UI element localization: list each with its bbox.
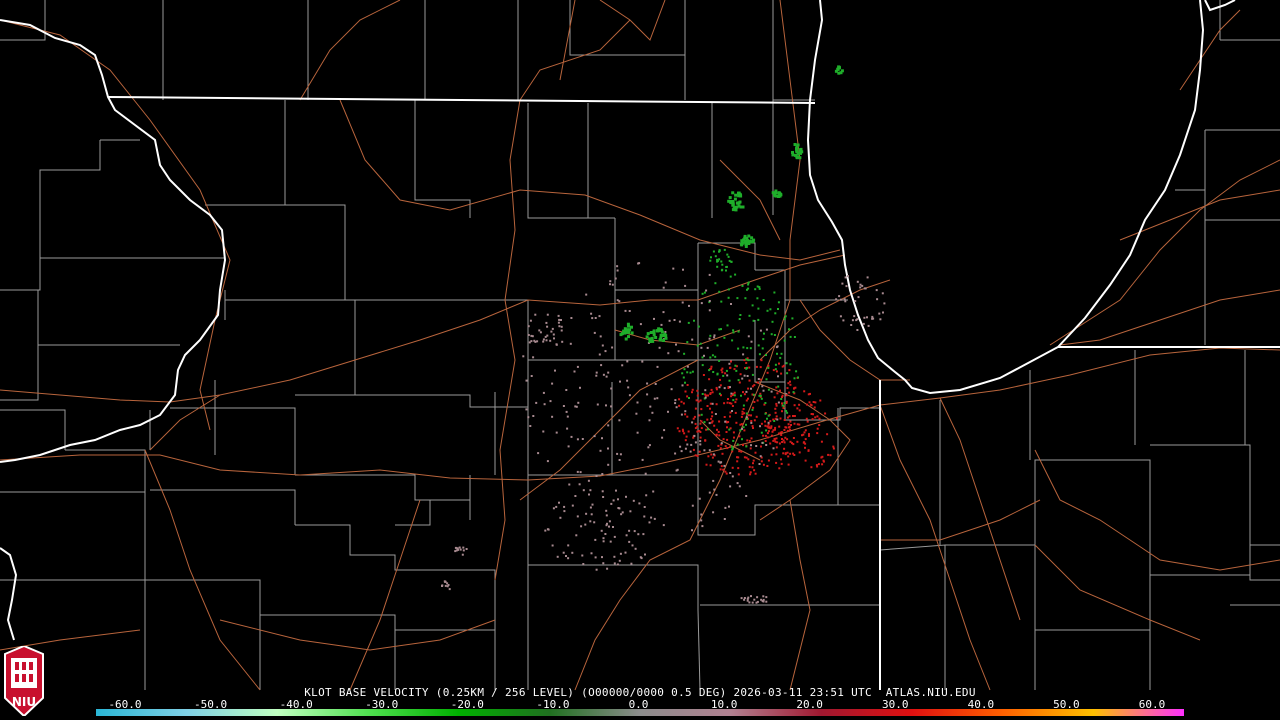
velocity-echoes [441,65,886,604]
state-borders [0,0,1280,690]
county-borders [0,0,1280,691]
scale-gradient [96,709,1184,716]
niu-logo-text: NIU [12,695,36,709]
radar-map [0,0,1280,691]
highways [0,0,1280,691]
niu-logo: NIU [4,646,44,716]
color-scale-bar [96,709,1184,716]
